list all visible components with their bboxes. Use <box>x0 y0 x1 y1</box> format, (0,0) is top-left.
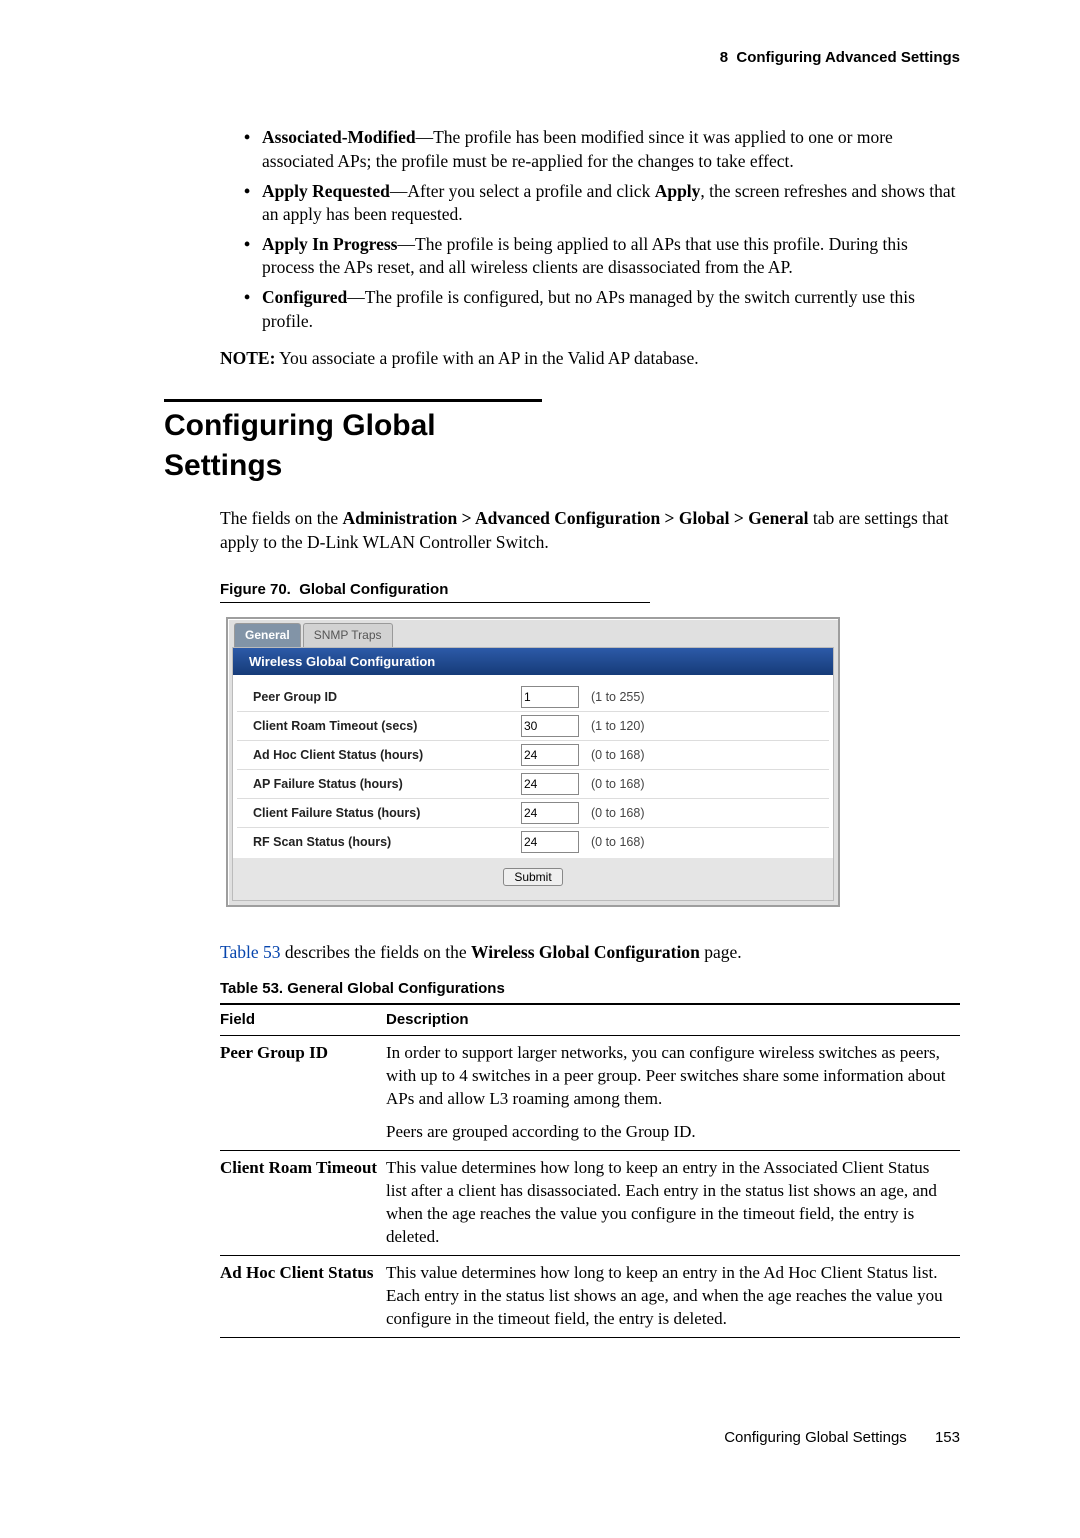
tab-snmp-traps[interactable]: SNMP Traps <box>303 623 393 646</box>
input-client-roam-timeout[interactable] <box>521 715 579 737</box>
tab-bar: General SNMP Traps <box>228 619 838 646</box>
table-row: Ad Hoc Client Status This value determin… <box>220 1255 960 1337</box>
panel-title: Wireless Global Configuration <box>233 648 833 676</box>
list-item: Associated-Modified—The profile has been… <box>244 126 960 173</box>
figure-rule <box>220 602 650 603</box>
submit-button[interactable]: Submit <box>503 868 562 886</box>
input-peer-group-id[interactable] <box>521 686 579 708</box>
bullet-list: Associated-Modified—The profile has been… <box>220 126 960 333</box>
note: NOTE: You associate a profile with an AP… <box>220 347 960 371</box>
row-peer-group-id: Peer Group ID (1 to 255) <box>237 683 829 712</box>
row-adhoc-client-status: Ad Hoc Client Status (hours) (0 to 168) <box>237 741 829 770</box>
input-adhoc-client-status[interactable] <box>521 744 579 766</box>
config-panel: General SNMP Traps Wireless Global Confi… <box>226 617 840 907</box>
description-table: Field Description Peer Group ID In order… <box>220 1003 960 1338</box>
col-head-field: Field <box>220 1004 386 1036</box>
list-item: Apply Requested—After you select a profi… <box>244 180 960 227</box>
row-rf-scan-status: RF Scan Status (hours) (0 to 168) <box>237 828 829 856</box>
table-caption: Table 53. General Global Configurations <box>220 979 960 999</box>
figure-caption: Figure 70. Global Configuration <box>220 580 960 600</box>
table-link[interactable]: Table 53 <box>220 942 281 962</box>
page-header: 8 Configuring Advanced Settings <box>168 48 960 68</box>
table-row: Client Roam Timeout This value determine… <box>220 1150 960 1255</box>
row-ap-failure-status: AP Failure Status (hours) (0 to 168) <box>237 770 829 799</box>
chapter-number: 8 <box>720 49 728 66</box>
intro-paragraph: The fields on the Administration > Advan… <box>220 507 960 554</box>
list-item: Configured—The profile is configured, bu… <box>244 286 960 333</box>
table-row: Peer Group ID In order to support larger… <box>220 1036 960 1151</box>
row-client-roam-timeout: Client Roam Timeout (secs) (1 to 120) <box>237 712 829 741</box>
row-client-failure-status: Client Failure Status (hours) (0 to 168) <box>237 799 829 828</box>
tab-general[interactable]: General <box>234 623 301 646</box>
chapter-title: Configuring Advanced Settings <box>736 49 960 66</box>
input-ap-failure-status[interactable] <box>521 773 579 795</box>
submit-row: Submit <box>233 858 833 900</box>
page-number: 153 <box>935 1429 960 1446</box>
footer-section: Configuring Global Settings <box>724 1429 907 1446</box>
after-figure-paragraph: Table 53 describes the fields on the Wir… <box>220 941 960 965</box>
page-footer: Configuring Global Settings 153 <box>168 1428 960 1448</box>
col-head-description: Description <box>386 1004 960 1036</box>
section-heading: Configuring Global Settings <box>164 399 542 487</box>
input-client-failure-status[interactable] <box>521 802 579 824</box>
list-item: Apply In Progress—The profile is being a… <box>244 233 960 280</box>
input-rf-scan-status[interactable] <box>521 831 579 853</box>
